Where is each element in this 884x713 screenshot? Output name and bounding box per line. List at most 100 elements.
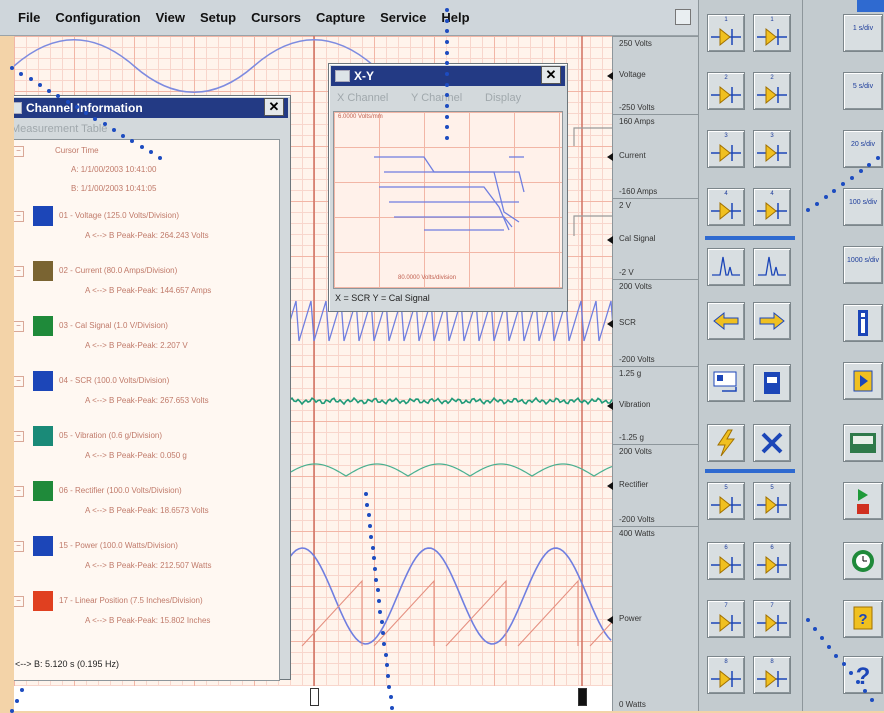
- cursor-a-handle[interactable]: [310, 688, 319, 706]
- collapse-icon[interactable]: −: [14, 146, 24, 157]
- info-icon[interactable]: [843, 304, 883, 342]
- scale-marker-icon[interactable]: [607, 402, 613, 410]
- scale-marker-icon[interactable]: [607, 319, 613, 328]
- channel-probe-button[interactable]: 2: [707, 72, 745, 110]
- channel-probe-button[interactable]: 5: [753, 482, 791, 520]
- channel-probe-button[interactable]: 6: [753, 542, 791, 580]
- callout-dot: [15, 698, 19, 703]
- channel-color-swatch[interactable]: [33, 316, 53, 336]
- clock-icon[interactable]: [843, 542, 883, 580]
- channel-probe-button[interactable]: 4: [753, 188, 791, 226]
- channel-color-swatch[interactable]: [33, 261, 53, 281]
- collapse-icon[interactable]: −: [14, 431, 24, 442]
- scale-section[interactable]: 200 Volts Rectifier -200 Volts: [607, 444, 699, 526]
- cursor-b-handle[interactable]: [578, 688, 587, 706]
- memory-card-icon[interactable]: [753, 364, 791, 402]
- screen-capture-icon[interactable]: [843, 424, 883, 462]
- scale-section[interactable]: 200 Volts SCR -200 Volts: [607, 279, 699, 366]
- capture-bolt-icon[interactable]: [707, 424, 745, 462]
- channel-color-swatch[interactable]: [33, 481, 53, 501]
- callout-dot: [383, 652, 388, 657]
- scale-top: 200 Volts: [619, 447, 652, 456]
- collapse-icon[interactable]: −: [14, 321, 24, 332]
- scale-section[interactable]: 160 Amps Current -160 Amps: [607, 114, 699, 198]
- channel-probe-button[interactable]: 2: [753, 72, 791, 110]
- close-icon[interactable]: ✕: [264, 98, 284, 116]
- window-control-button[interactable]: [675, 9, 691, 25]
- channel-probe-button[interactable]: 4: [707, 188, 745, 226]
- menu-service[interactable]: Service: [380, 10, 426, 25]
- scale-marker-icon[interactable]: [607, 72, 613, 80]
- collapse-icon[interactable]: −: [14, 596, 24, 607]
- help-context-icon[interactable]: ?: [843, 600, 883, 638]
- menu-help[interactable]: Help: [441, 10, 469, 25]
- channel-information-titlebar[interactable]: Channel Information: [14, 98, 288, 118]
- menu-file[interactable]: File: [18, 10, 40, 25]
- timebase-button[interactable]: 5 s/div: [843, 72, 883, 110]
- timebase-label: 5 s/div: [852, 83, 874, 90]
- channel-probe-button[interactable]: 7: [753, 600, 791, 638]
- collapse-icon[interactable]: −: [14, 541, 24, 552]
- scale-section[interactable]: 400 Watts Power 0 Watts: [607, 526, 699, 711]
- vibration-trace: [283, 396, 612, 406]
- scale-bottom: -1.25 g: [619, 433, 644, 442]
- timebase-label: 20 s/div: [850, 141, 876, 148]
- menu-setup[interactable]: Setup: [200, 10, 236, 25]
- channel-probe-button[interactable]: 1: [707, 14, 745, 52]
- channel-probe-button[interactable]: 3: [753, 130, 791, 168]
- callout-dot: [93, 116, 98, 121]
- y-channel-menu[interactable]: Y Channel: [411, 92, 462, 104]
- scale-marker-icon[interactable]: [607, 482, 613, 490]
- cancel-x-icon[interactable]: [753, 424, 791, 462]
- channel-color-swatch[interactable]: [33, 371, 53, 391]
- collapse-icon[interactable]: −: [14, 376, 24, 387]
- trigger-icon[interactable]: [753, 248, 791, 286]
- channel-color-swatch[interactable]: [33, 206, 53, 226]
- close-icon[interactable]: ✕: [541, 66, 561, 84]
- callout-dot: [445, 136, 449, 140]
- menu-configuration[interactable]: Configuration: [55, 10, 140, 25]
- x-channel-menu[interactable]: X Channel: [337, 92, 388, 104]
- timebase-button[interactable]: 1000 s/div: [843, 246, 883, 284]
- display-menu[interactable]: Display: [485, 92, 521, 104]
- timebase-button[interactable]: 1 s/div: [843, 14, 883, 52]
- measurement-table-menu[interactable]: Measurement Table: [14, 123, 107, 135]
- channel-probe-button[interactable]: 7: [707, 600, 745, 638]
- channel-probe-button[interactable]: 3: [707, 130, 745, 168]
- channel-probe-button[interactable]: 1: [753, 14, 791, 52]
- scroll-left-icon[interactable]: [707, 302, 745, 340]
- channel-probe-button[interactable]: 6: [707, 542, 745, 580]
- collapse-icon[interactable]: −: [14, 486, 24, 497]
- channel-color-swatch[interactable]: [33, 426, 53, 446]
- scale-section[interactable]: 2 V Cal Signal -2 V: [607, 198, 699, 279]
- timebase-button[interactable]: 20 s/div: [843, 130, 883, 168]
- channel-probe-button[interactable]: 5: [707, 482, 745, 520]
- menu-capture[interactable]: Capture: [316, 10, 365, 25]
- waveform-display[interactable]: Channel Information ✕ Measurement Table …: [14, 36, 612, 686]
- scale-channel-name: Cal Signal: [619, 233, 656, 243]
- channel-color-swatch[interactable]: [33, 591, 53, 611]
- record-icon[interactable]: [843, 482, 883, 520]
- scale-marker-icon[interactable]: [607, 153, 613, 161]
- scale-section[interactable]: 250 Volts Voltage -250 Volts: [607, 36, 699, 114]
- scale-channel-name: Vibration: [619, 400, 651, 409]
- channel-name: 03 - Cal Signal (1.0 V/Division): [59, 321, 168, 330]
- trigger-icon[interactable]: [707, 248, 745, 286]
- channel-number: 8: [724, 659, 728, 665]
- channel-color-swatch[interactable]: [33, 536, 53, 556]
- channel-probe-button[interactable]: 8: [753, 656, 791, 694]
- scale-section[interactable]: 1.25 g Vibration -1.25 g: [607, 366, 699, 444]
- channel-probe-button[interactable]: 8: [707, 656, 745, 694]
- menu-view[interactable]: View: [156, 10, 185, 25]
- scale-marker-icon[interactable]: [607, 235, 613, 244]
- scale-marker-icon[interactable]: [607, 615, 613, 624]
- save-memory-icon[interactable]: [707, 364, 745, 402]
- channel-list[interactable]: − Cursor Time A: 1/1/00/2003 10:41:00 B:…: [14, 139, 280, 681]
- timebase-button[interactable]: 100 s/div: [843, 188, 883, 226]
- callout-dot: [20, 688, 24, 692]
- play-icon[interactable]: [843, 362, 883, 400]
- scroll-right-icon[interactable]: [753, 302, 791, 340]
- collapse-icon[interactable]: −: [14, 211, 24, 222]
- collapse-icon[interactable]: −: [14, 266, 24, 277]
- menu-cursors[interactable]: Cursors: [251, 10, 301, 25]
